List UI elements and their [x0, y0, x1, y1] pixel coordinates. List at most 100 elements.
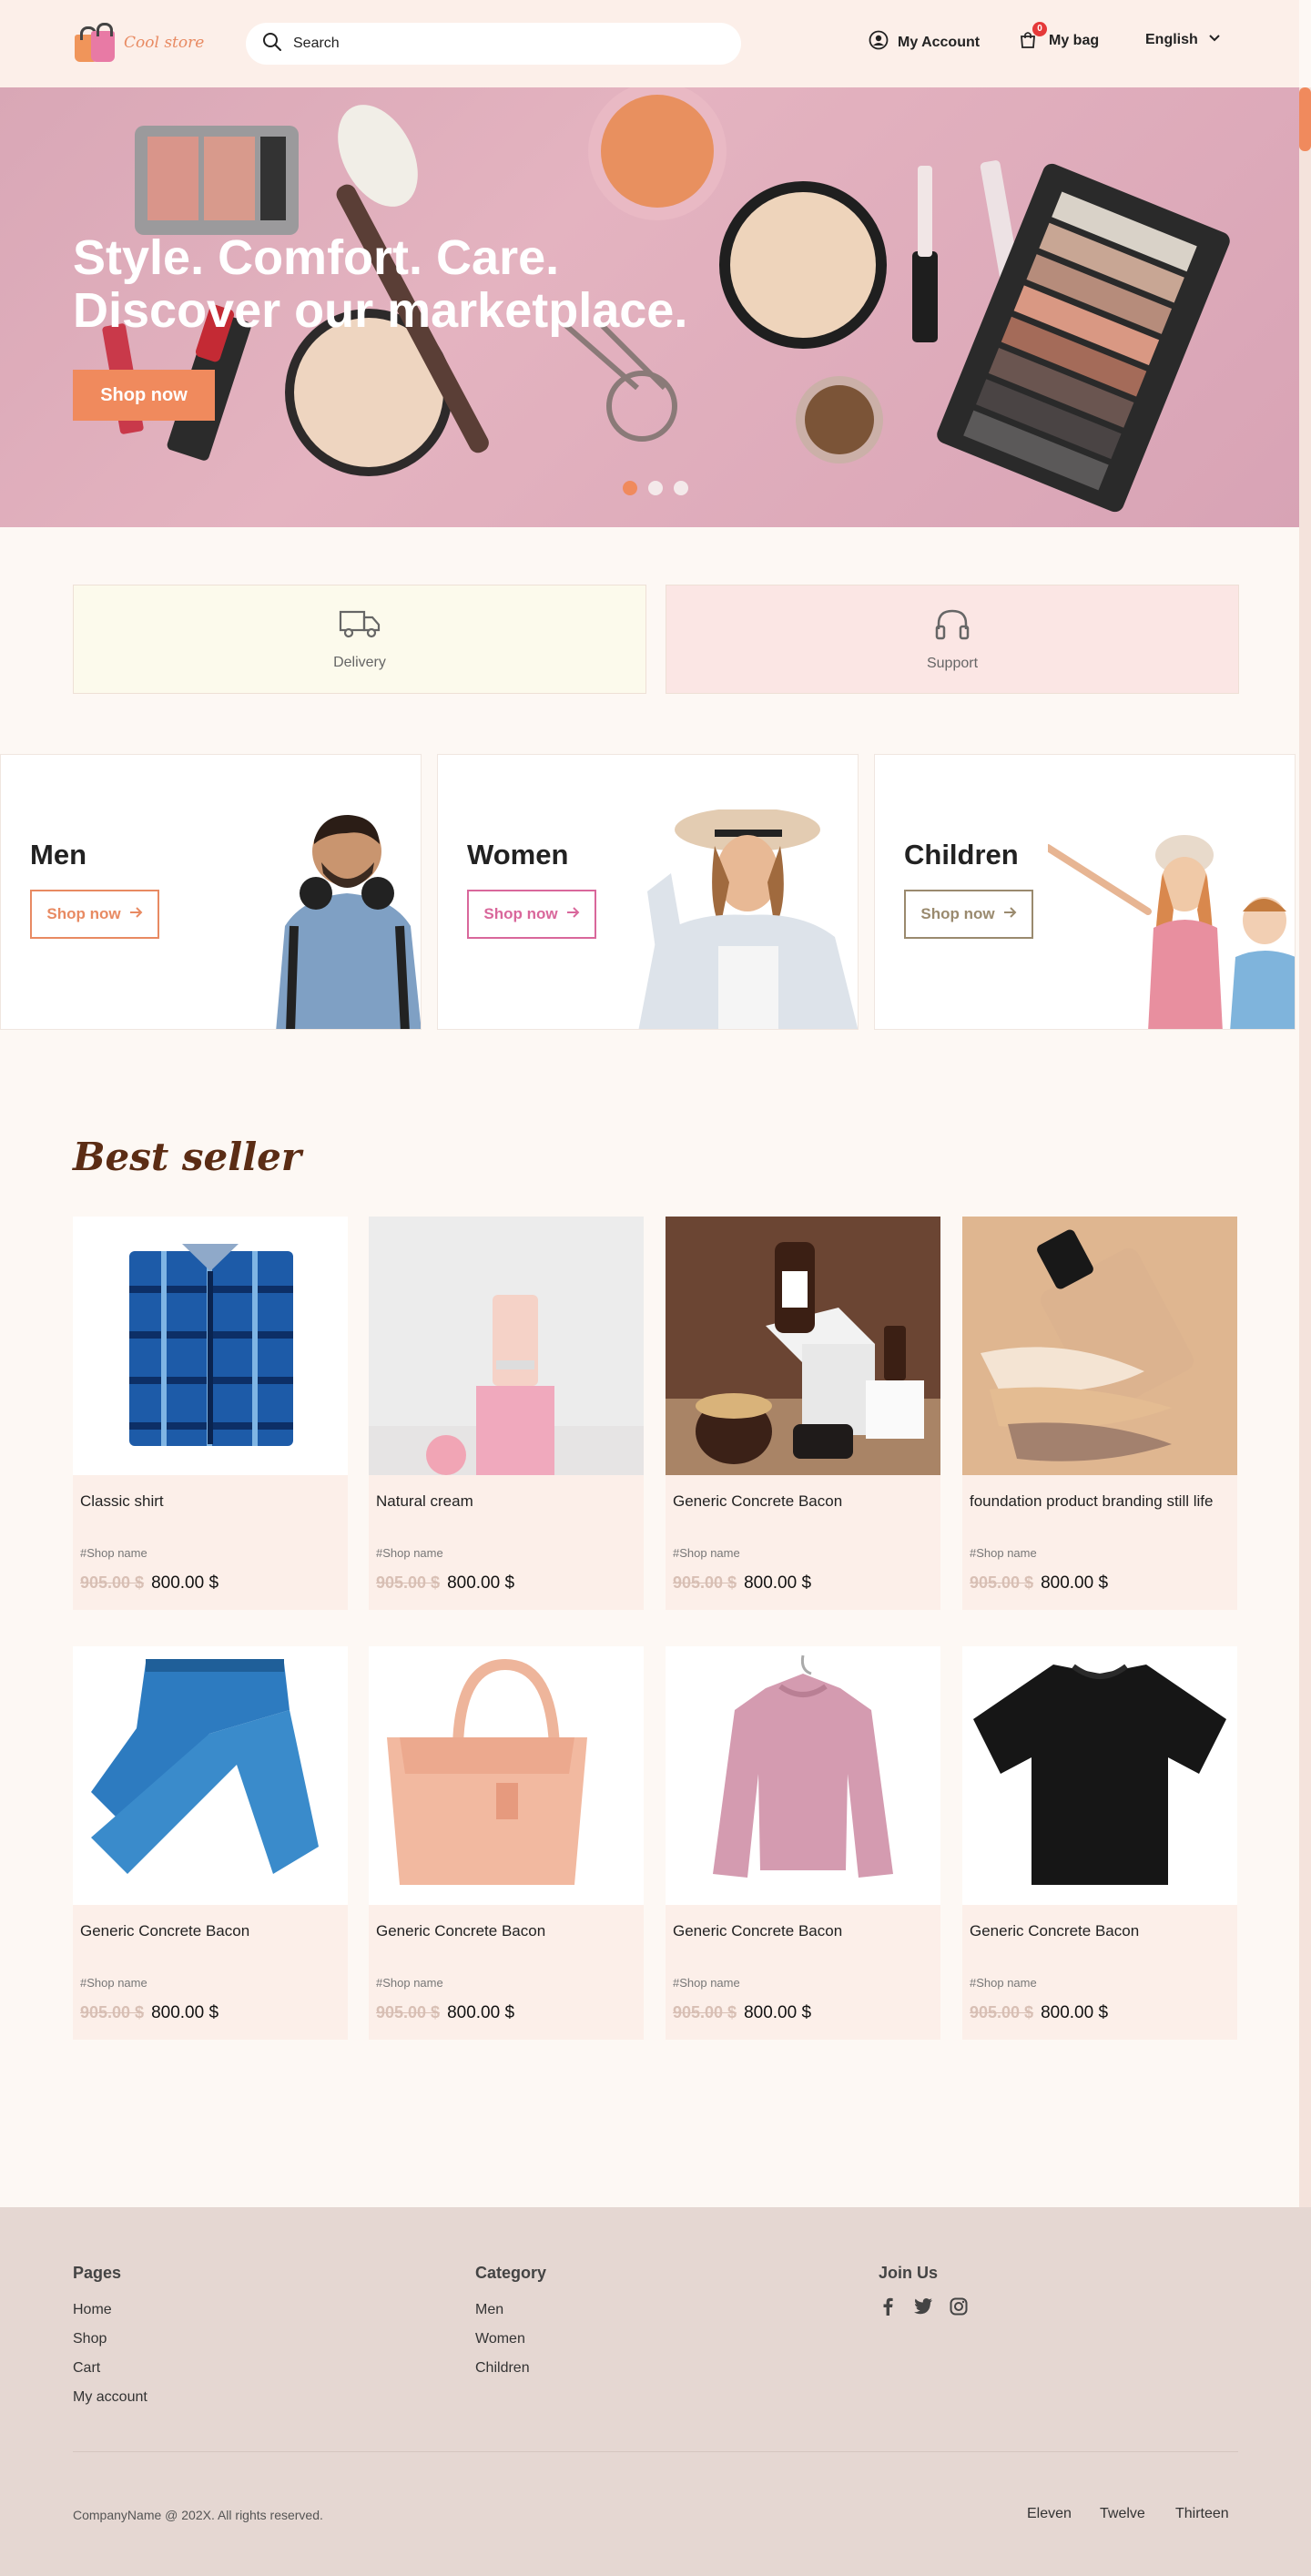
category-men-title: Men [30, 839, 86, 871]
product-image-shirt [73, 1217, 348, 1475]
bag-label: My bag [1049, 33, 1100, 48]
arrow-right-icon [565, 905, 580, 924]
category-children-shop-button[interactable]: Shop now [904, 890, 1033, 939]
product-shop-name[interactable]: #Shop name [376, 1546, 443, 1560]
language-select[interactable]: English [1145, 30, 1222, 49]
best-seller-title: Best seller [73, 1135, 302, 1179]
product-shop-name[interactable]: #Shop name [970, 1976, 1037, 1990]
feature-support[interactable]: Support [666, 585, 1239, 694]
footer-link-women[interactable]: Women [475, 2331, 525, 2347]
product-name[interactable]: Natural cream [376, 1490, 636, 1513]
search-icon [262, 32, 282, 56]
product-name[interactable]: Generic Concrete Bacon [970, 1919, 1230, 1943]
category-card-men[interactable]: Men Shop now [0, 754, 422, 1030]
man-photo [276, 815, 421, 1029]
footer-bottom-link-eleven[interactable]: Eleven [1027, 2506, 1072, 2522]
product-old-price: 905.00 $ [970, 2003, 1034, 2021]
footer-link-men[interactable]: Men [475, 2302, 503, 2318]
product-card[interactable]: Generic Concrete Bacon #Shop name 905.00… [666, 1646, 940, 2040]
hero-shop-now-button[interactable]: Shop now [73, 370, 215, 421]
category-women-shop-button[interactable]: Shop now [467, 890, 596, 939]
product-name[interactable]: Generic Concrete Bacon [673, 1919, 933, 1943]
arrow-right-icon [128, 905, 143, 924]
footer-link-shop[interactable]: Shop [73, 2331, 107, 2347]
category-men-button-label: Shop now [46, 905, 121, 922]
shopping-bag-icon: 0 [1018, 22, 1047, 52]
product-card[interactable]: foundation product branding still life #… [962, 1217, 1237, 1610]
product-old-price: 905.00 $ [80, 1573, 145, 1592]
account-link[interactable]: My Account [869, 30, 980, 55]
product-card[interactable]: Generic Concrete Bacon #Shop name 905.00… [369, 1646, 644, 2040]
footer-link-home[interactable]: Home [73, 2302, 112, 2318]
woman-photo [638, 809, 858, 1029]
search-bar[interactable] [246, 23, 741, 65]
shopping-bags-icon [73, 22, 117, 64]
product-image-tshirt [962, 1646, 1237, 1905]
footer-bottom-link-twelve[interactable]: Twelve [1100, 2506, 1145, 2522]
page-scrollbar-thumb[interactable] [1299, 87, 1311, 151]
search-input[interactable] [293, 36, 712, 52]
site-footer: Pages Home Shop Cart My account Category… [0, 2207, 1311, 2576]
product-card[interactable]: Generic Concrete Bacon #Shop name 905.00… [73, 1646, 348, 2040]
twitter-icon[interactable] [913, 2297, 933, 2320]
product-old-price: 905.00 $ [376, 1573, 441, 1592]
logo[interactable]: Cool store [73, 22, 204, 64]
footer-join-title: Join Us [879, 2264, 939, 2282]
carousel-dots [623, 481, 688, 495]
product-shop-name[interactable]: #Shop name [673, 1546, 740, 1560]
product-shop-name[interactable]: #Shop name [673, 1976, 740, 1990]
product-prices: 905.00 $ 800.00 $ [970, 2003, 1108, 2023]
page-scrollbar-track[interactable] [1299, 87, 1311, 2576]
product-name[interactable]: foundation product branding still life [970, 1490, 1230, 1513]
product-price: 800.00 $ [744, 2003, 812, 2022]
footer-bottom-link-thirteen[interactable]: Thirteen [1175, 2506, 1229, 2522]
product-price: 800.00 $ [744, 1573, 812, 1593]
product-name[interactable]: Generic Concrete Bacon [673, 1490, 933, 1513]
product-prices: 905.00 $ 800.00 $ [376, 1573, 514, 1593]
arrow-right-icon [1002, 905, 1017, 924]
product-shop-name[interactable]: #Shop name [376, 1976, 443, 1990]
social-links [879, 2296, 968, 2321]
product-old-price: 905.00 $ [673, 2003, 737, 2021]
footer-category-title: Category [475, 2264, 547, 2282]
product-card[interactable]: Classic shirt #Shop name 905.00 $ 800.00… [73, 1217, 348, 1610]
category-men-shop-button[interactable]: Shop now [30, 890, 159, 939]
product-price: 800.00 $ [1041, 2003, 1109, 2022]
bag-count-badge: 0 [1032, 22, 1047, 36]
product-shop-name[interactable]: #Shop name [970, 1546, 1037, 1560]
product-image-sweater [666, 1646, 940, 1905]
category-card-children[interactable]: Children Shop now [874, 754, 1296, 1030]
footer-divider [73, 2451, 1238, 2452]
product-prices: 905.00 $ 800.00 $ [673, 1573, 811, 1593]
product-price: 800.00 $ [151, 1573, 219, 1593]
carousel-dot-3[interactable] [674, 481, 688, 495]
facebook-icon[interactable] [879, 2296, 897, 2321]
footer-link-cart[interactable]: Cart [73, 2360, 100, 2377]
product-card[interactable]: Natural cream #Shop name 905.00 $ 800.00… [369, 1217, 644, 1610]
feature-delivery[interactable]: Delivery [73, 585, 646, 694]
product-image-jeans [73, 1646, 348, 1905]
product-old-price: 905.00 $ [673, 1573, 737, 1592]
carousel-dot-1[interactable] [623, 481, 637, 495]
product-prices: 905.00 $ 800.00 $ [970, 1573, 1108, 1593]
hero-title: Style. Comfort. Care. Discover our marke… [73, 230, 688, 338]
bag-link[interactable]: 0 My bag [1018, 22, 1100, 52]
category-card-women[interactable]: Women Shop now [437, 754, 859, 1030]
instagram-icon[interactable] [950, 2297, 968, 2320]
footer-link-my-account[interactable]: My account [73, 2389, 147, 2406]
product-shop-name[interactable]: #Shop name [80, 1546, 147, 1560]
footer-link-children[interactable]: Children [475, 2360, 530, 2377]
product-name[interactable]: Generic Concrete Bacon [80, 1919, 340, 1943]
headphones-icon [934, 607, 971, 645]
site-header: Cool store My Account 0 My bag English [0, 0, 1299, 87]
product-shop-name[interactable]: #Shop name [80, 1976, 147, 1990]
product-name[interactable]: Classic shirt [80, 1490, 340, 1513]
product-prices: 905.00 $ 800.00 $ [376, 2003, 514, 2023]
product-name[interactable]: Generic Concrete Bacon [376, 1919, 636, 1943]
footer-pages-title: Pages [73, 2264, 122, 2282]
product-card[interactable]: Generic Concrete Bacon #Shop name 905.00… [962, 1646, 1237, 2040]
carousel-dot-2[interactable] [648, 481, 663, 495]
product-old-price: 905.00 $ [80, 2003, 145, 2021]
product-card[interactable]: Generic Concrete Bacon #Shop name 905.00… [666, 1217, 940, 1610]
product-prices: 905.00 $ 800.00 $ [80, 2003, 218, 2023]
